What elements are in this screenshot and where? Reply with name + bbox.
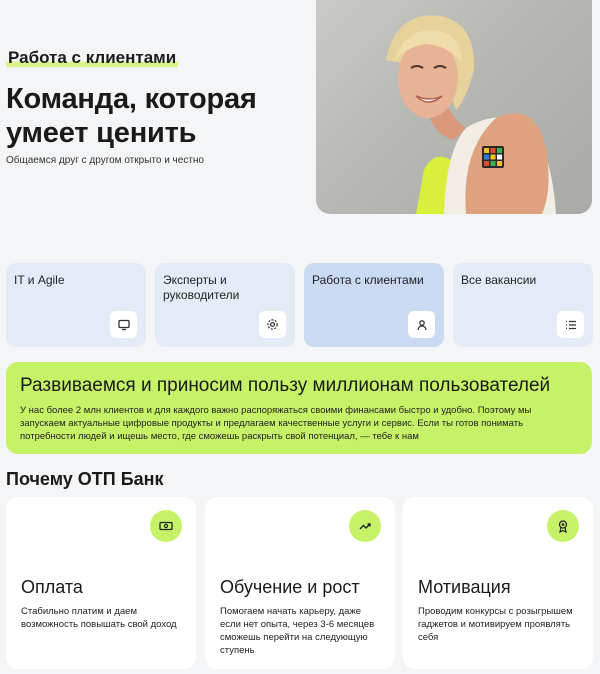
person-icon: [416, 319, 427, 330]
hero-subtitle: Общаемся друг с другом открыто и честно: [6, 155, 204, 166]
hero-eyebrow: Работа с клиентами: [6, 48, 179, 68]
benefit-card-motivation: Мотивация Проводим конкурсы с розыгрышем…: [403, 497, 593, 669]
category-experts[interactable]: Эксперты и руководители: [155, 263, 295, 347]
benefit-title: Мотивация: [418, 577, 511, 597]
benefit-text: Помогаем начать карьеру, даже если нет о…: [220, 606, 375, 656]
monitor-icon: [117, 319, 130, 330]
hero-photo: [316, 0, 592, 214]
medal-icon: [558, 520, 568, 533]
benefit-icon: [150, 510, 182, 542]
money-icon: [159, 521, 173, 531]
list-icon: [565, 320, 576, 329]
category-label: IT и Agile: [14, 273, 65, 287]
benefit-icon: [349, 510, 381, 542]
hero-eyebrow-text: Работа с клиентами: [6, 48, 179, 67]
benefit-title: Обучение и рост: [220, 577, 360, 597]
benefit-title: Оплата: [21, 577, 83, 597]
benefit-card-learning: Обучение и рост Помогаем начать карьеру,…: [205, 497, 395, 669]
category-icon-button[interactable]: [259, 311, 286, 338]
hero-title: Команда, которая умеет ценить: [6, 83, 257, 149]
promo-banner: Развиваемся и приносим пользу миллионам …: [6, 362, 592, 454]
category-label: Работа с клиентами: [312, 273, 424, 287]
benefit-card-pay: Оплата Стабильно платим и даем возможнос…: [6, 497, 196, 669]
benefit-text: Проводим конкурсы с розыгрышем гаджетов …: [418, 606, 573, 643]
category-label: Эксперты и руководители: [163, 273, 240, 302]
category-it-agile[interactable]: IT и Agile: [6, 263, 146, 347]
gear-icon: [267, 319, 278, 330]
hero-photo-illustration: [386, 15, 556, 214]
section-title: Почему ОТП Банк: [6, 469, 164, 489]
category-icon-button[interactable]: [557, 311, 584, 338]
benefit-icon: [547, 510, 579, 542]
category-icon-button[interactable]: [110, 311, 137, 338]
category-label: Все вакансии: [461, 273, 537, 287]
category-all-vacancies[interactable]: Все вакансии: [453, 263, 593, 347]
trend-up-icon: [359, 523, 371, 530]
banner-title: Развиваемся и приносим пользу миллионам …: [20, 375, 551, 396]
banner-text: У нас более 2 млн клиентов и для каждого…: [20, 405, 532, 442]
category-client-work[interactable]: Работа с клиентами: [304, 263, 444, 347]
benefit-text: Стабильно платим и даем возможность повы…: [21, 606, 177, 630]
category-icon-button[interactable]: [408, 311, 435, 338]
